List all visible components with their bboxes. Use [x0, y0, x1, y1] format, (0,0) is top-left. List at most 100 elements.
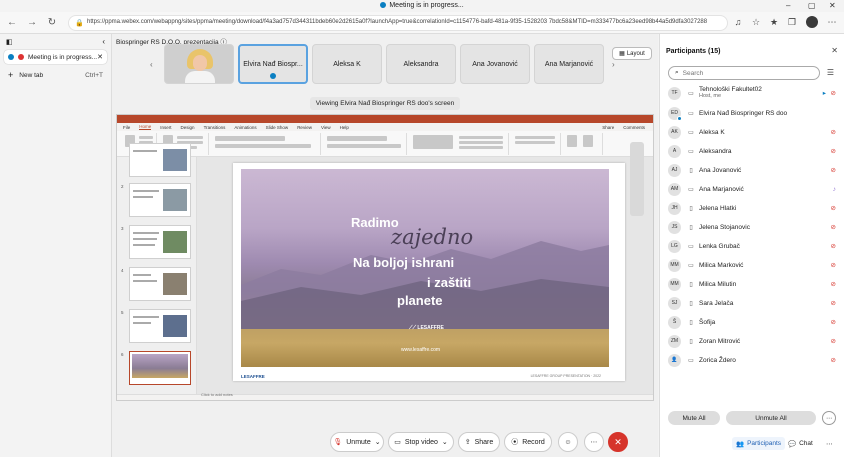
more-menu-icon[interactable]: ⋯ — [826, 17, 838, 28]
participant-row[interactable]: LG ▭ Lenka Grubač ⊘ — [668, 237, 838, 255]
slide-thumbnail[interactable]: 4 — [121, 267, 191, 301]
mic-muted-icon[interactable]: ⊘ — [831, 261, 836, 269]
presenter-icon — [270, 73, 276, 79]
stop-video-button[interactable]: ▭ Stop video ⌄ — [388, 432, 454, 452]
participant-row[interactable]: JS ▯ Jelena Stojanovic ⊘ — [668, 218, 838, 236]
participants-panel: Participants (15) ✕ ⌕ ☰ TF ▭ Tehnološki … — [659, 34, 844, 457]
address-bar[interactable]: 🔒 https://ppma.webex.com/webappng/sites/… — [68, 15, 728, 31]
participant-row[interactable]: TF ▭ Tehnološki Fakultet02 Host, me ▸ ⊘ — [668, 84, 838, 102]
mic-muted-icon[interactable]: ⊘ — [831, 89, 836, 97]
phone-icon: ▯ — [689, 167, 693, 174]
close-panel-icon[interactable]: ✕ — [831, 46, 838, 55]
window-title: Meeting is in progress... — [0, 2, 844, 9]
mic-muted-icon[interactable]: ⊘ — [831, 280, 836, 288]
filmstrip-tile[interactable]: Aleksa K — [312, 44, 382, 84]
back-icon[interactable]: ← — [6, 17, 18, 28]
participant-row[interactable]: AJ ▯ Ana Jovanović ⊘ — [668, 161, 838, 179]
search-input[interactable] — [682, 69, 803, 77]
record-button[interactable]: ⦿ Record — [504, 432, 552, 452]
refresh-icon[interactable]: ↻ — [46, 17, 58, 28]
favorite-star-icon[interactable]: ☆ — [750, 17, 762, 28]
mic-muted-icon[interactable]: ⊘ — [831, 166, 836, 174]
more-icon[interactable]: ⋯ — [822, 411, 836, 425]
mic-muted-icon[interactable]: ⊘ — [831, 242, 836, 250]
new-tab-button[interactable]: + New tab Ctrl+T — [4, 68, 107, 82]
slide-thumbnail[interactable]: 2 — [121, 183, 191, 217]
layout-button[interactable]: ▦ Layout — [612, 47, 652, 60]
video-tile-self[interactable] — [164, 44, 234, 84]
layout-icon: ▦ — [619, 51, 625, 57]
minimize-icon[interactable]: – — [786, 1, 790, 10]
viewing-banner: Viewing Elvira Nađ Biospringer RS doo's … — [310, 97, 460, 110]
participant-row[interactable]: 👤 ▭ Zorica Ždero ⊘ — [668, 351, 838, 369]
mic-muted-icon[interactable]: ⊘ — [831, 128, 836, 136]
filmstrip-prev-icon[interactable]: ‹ — [150, 60, 153, 69]
participant-search[interactable]: ⌕ — [668, 66, 820, 80]
slide-thumbnail-selected[interactable]: 6 — [121, 351, 191, 385]
participant-row[interactable]: JH ▯ Jelena Hlatki ⊘ — [668, 199, 838, 217]
sort-icon[interactable]: ☰ — [827, 68, 834, 77]
participant-row[interactable]: AM ▭ Ana Marjanović ♪ — [668, 180, 838, 198]
share-button[interactable]: ⇪ Share — [458, 432, 500, 452]
filmstrip-tile[interactable]: Ana Marjanović — [534, 44, 604, 84]
wheat-icon: ⟋⟋ — [409, 325, 417, 331]
slide-photo: Radimo zajedno Na boljoj ishrani i zašti… — [241, 169, 609, 367]
filmstrip-tile[interactable]: Aleksandra — [386, 44, 456, 84]
close-tab-icon[interactable]: ✕ — [97, 53, 103, 61]
filmstrip-tile[interactable]: Elvira Nađ Biospr... — [238, 44, 308, 84]
leave-meeting-button[interactable]: ✕ — [608, 432, 628, 452]
mic-muted-icon[interactable]: ⊘ — [831, 356, 836, 364]
vertical-tabs-pane: ◧ ‹ Meeting is in progress... ✕ + New ta… — [0, 34, 112, 457]
tab-meeting[interactable]: Meeting is in progress... ✕ — [4, 50, 107, 64]
unmute-all-button[interactable]: Unmute All — [726, 411, 816, 425]
mic-muted-icon[interactable]: ⊘ — [831, 337, 836, 345]
participant-row[interactable]: AK ▭ Aleksa K ⊘ — [668, 123, 838, 141]
annotation-toolbar[interactable] — [630, 142, 644, 216]
mic-muted-icon: 🎙 — [333, 439, 343, 446]
phone-icon: ▯ — [689, 300, 693, 307]
title-bar: Meeting is in progress... – ▢ ✕ — [0, 0, 844, 12]
recording-icon — [18, 54, 24, 60]
more-options-button[interactable]: ⋯ — [584, 432, 604, 452]
close-window-icon[interactable]: ✕ — [829, 1, 836, 10]
maximize-icon[interactable]: ▢ — [808, 1, 816, 10]
mic-muted-icon[interactable]: ⊘ — [831, 318, 836, 326]
user-icon: 👤 — [671, 357, 678, 363]
tab-actions-icon[interactable]: ◧ — [6, 38, 13, 46]
desktop-icon: ▭ — [688, 90, 694, 97]
mic-muted-icon[interactable]: ⊘ — [831, 223, 836, 231]
read-aloud-icon[interactable]: ♫ — [732, 17, 744, 27]
slide-thumbnail[interactable]: 5 — [121, 309, 191, 343]
participants-toggle-button[interactable]: 👥 Participants — [732, 437, 786, 450]
participant-row[interactable]: ZM ▯ Zoran Mitrović ⊘ — [668, 332, 838, 350]
reactions-button[interactable]: ☺ — [558, 432, 578, 452]
slide-thumbnail[interactable] — [129, 143, 191, 177]
participants-header: Participants (15) — [666, 48, 721, 55]
chat-button[interactable]: 💬 Chat — [788, 437, 813, 450]
participant-row[interactable]: MM ▯ Milica Milutin ⊘ — [668, 275, 838, 293]
unmute-button[interactable]: 🎙 Unmute ⌄ — [330, 432, 384, 452]
collections-icon[interactable]: ❐ — [786, 17, 798, 28]
participant-row[interactable]: ED ▭ Elvira Nađ Biospringer RS doo — [668, 104, 838, 122]
mic-icon[interactable]: ♪ — [833, 186, 836, 193]
mic-muted-icon[interactable]: ⊘ — [831, 147, 836, 155]
participant-row[interactable]: Š ▯ Šofija ⊘ — [668, 313, 838, 331]
phone-icon: ▯ — [689, 205, 693, 212]
more-panels-icon[interactable]: ⋯ — [826, 437, 833, 450]
profile-avatar[interactable] — [806, 16, 818, 28]
participant-row[interactable]: SJ ▯ Sara Jelača ⊘ — [668, 294, 838, 312]
filmstrip-tile[interactable]: Ana Jovanović — [460, 44, 530, 84]
slide-thumbnail[interactable]: 3 — [121, 225, 191, 259]
people-icon: 👥 — [736, 440, 745, 448]
mic-muted-icon[interactable]: ⊘ — [831, 299, 836, 307]
participant-row[interactable]: MM ▭ Milica Marković ⊘ — [668, 256, 838, 274]
mute-all-button[interactable]: Mute All — [668, 411, 720, 425]
collapse-pane-icon[interactable]: ‹ — [102, 37, 105, 46]
desktop-icon: ▭ — [688, 110, 694, 117]
filmstrip-next-icon[interactable]: › — [612, 60, 615, 69]
forward-icon[interactable]: → — [26, 17, 38, 28]
mic-muted-icon[interactable]: ⊘ — [831, 204, 836, 212]
favorites-icon[interactable]: ★ — [768, 17, 780, 28]
phone-icon: ▯ — [689, 224, 693, 231]
participant-row[interactable]: A ▭ Aleksandra ⊘ — [668, 142, 838, 160]
